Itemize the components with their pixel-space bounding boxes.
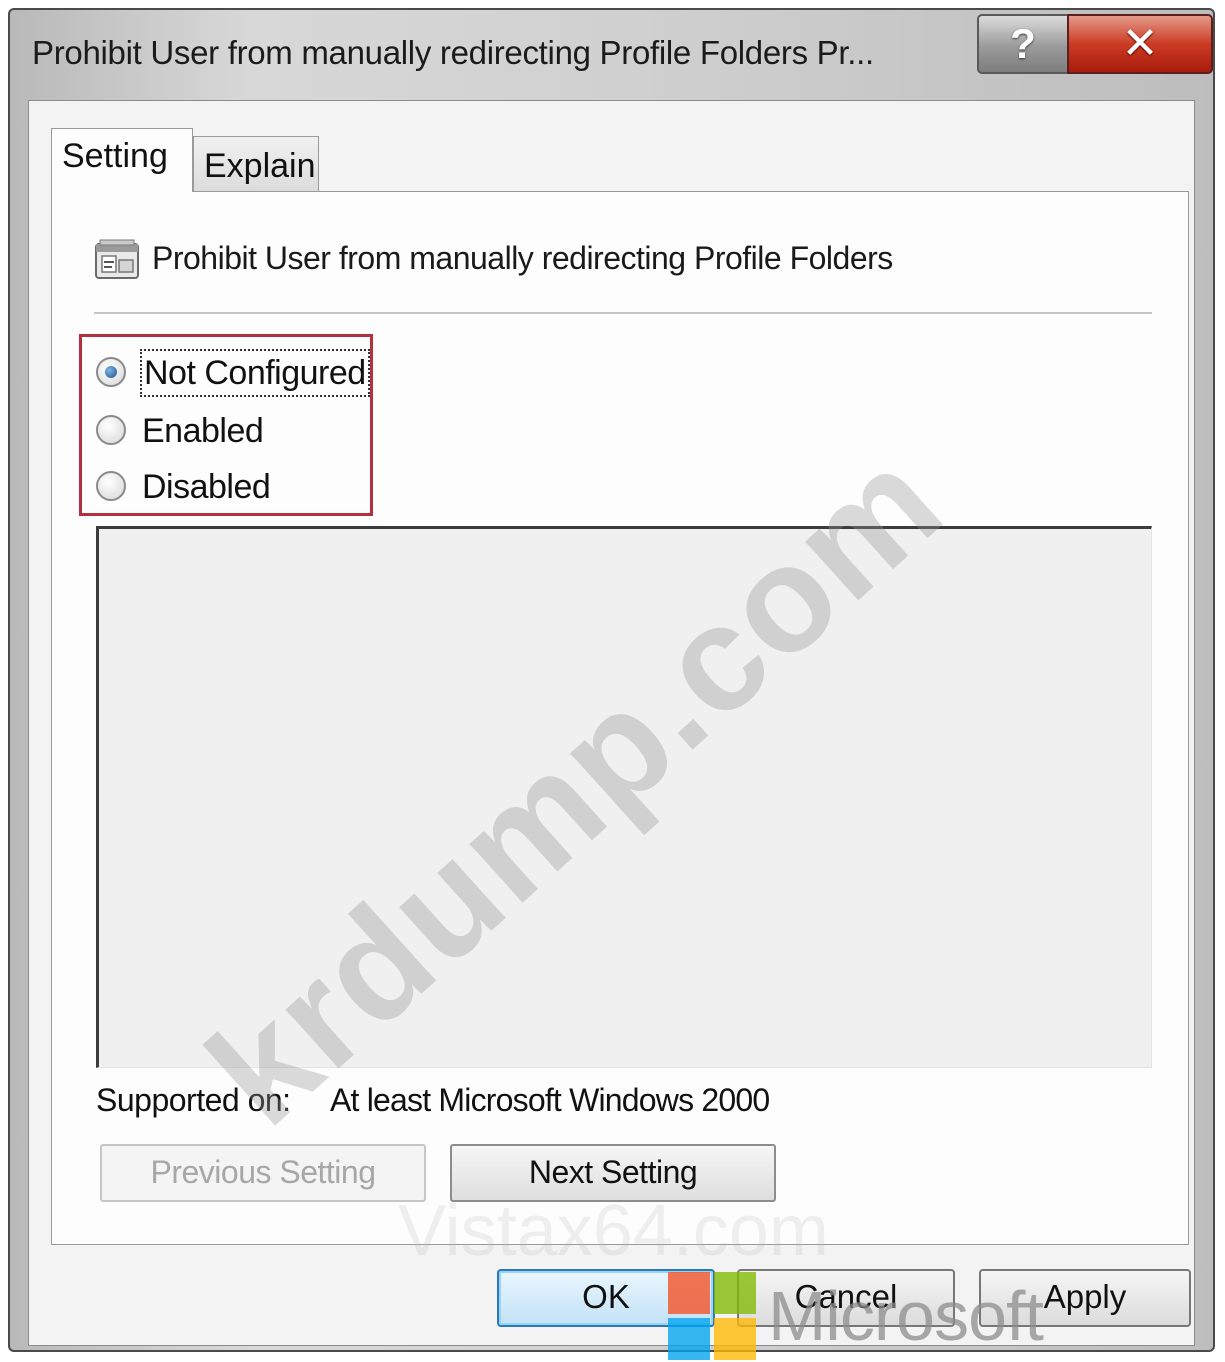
- policy-title: Prohibit User from manually redirecting …: [152, 240, 893, 276]
- previous-setting-button[interactable]: Previous Setting: [100, 1144, 426, 1202]
- radio-enabled-text: Enabled: [142, 412, 264, 450]
- radio-enabled-button[interactable]: [96, 415, 126, 445]
- radio-not-configured-button[interactable]: [96, 357, 126, 387]
- help-button[interactable]: ?: [977, 14, 1069, 74]
- ok-button[interactable]: OK: [497, 1269, 715, 1327]
- radio-disabled-button[interactable]: [96, 471, 126, 501]
- cancel-button[interactable]: Cancel: [737, 1269, 955, 1327]
- window-title: Prohibit User from manually redirecting …: [32, 34, 874, 71]
- header-separator: [94, 312, 1152, 314]
- radio-not-configured-label[interactable]: Not Configured: [140, 349, 370, 397]
- supported-on-label: Supported on:: [96, 1082, 291, 1118]
- radio-disabled-text: Disabled: [142, 468, 271, 506]
- radio-enabled-label[interactable]: Enabled: [142, 409, 264, 453]
- policy-setting-icon: [95, 239, 139, 279]
- radio-disabled-label[interactable]: Disabled: [142, 465, 271, 509]
- supported-on-value: At least Microsoft Windows 2000: [330, 1082, 770, 1118]
- tab-setting[interactable]: Setting: [51, 128, 193, 192]
- radio-not-configured-text: Not Configured: [144, 354, 366, 392]
- next-setting-button[interactable]: Next Setting: [450, 1144, 776, 1202]
- dialog-client-area: Setting Explain Prohibit User from manua…: [28, 100, 1195, 1346]
- tab-explain[interactable]: Explain: [193, 136, 319, 192]
- policy-state-radio-group: Not Configured Enabled Disabled: [79, 334, 373, 516]
- options-area: [96, 526, 1152, 1068]
- policy-dialog-window: Prohibit User from manually redirecting …: [8, 8, 1215, 1352]
- title-bar[interactable]: Prohibit User from manually redirecting …: [10, 10, 1213, 100]
- close-button[interactable]: ✕: [1067, 14, 1213, 74]
- setting-panel: Prohibit User from manually redirecting …: [51, 191, 1189, 1245]
- apply-button[interactable]: Apply: [979, 1269, 1191, 1327]
